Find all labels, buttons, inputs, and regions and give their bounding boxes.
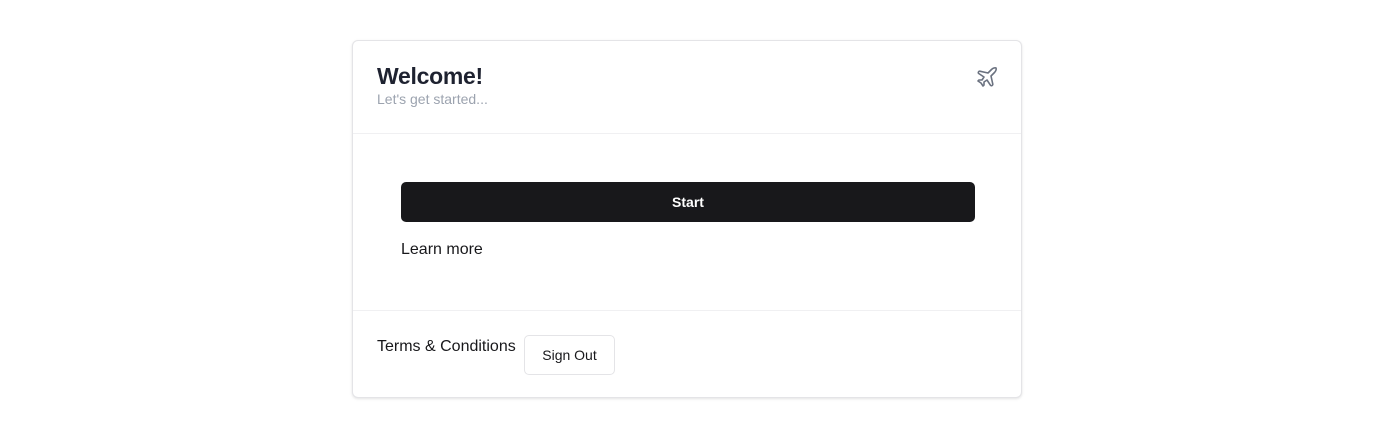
start-button[interactable]: Start xyxy=(401,182,975,222)
card-subtitle: Let's get started... xyxy=(377,91,488,107)
sign-out-button[interactable]: Sign Out xyxy=(524,335,615,375)
welcome-card: Welcome! Let's get started... Start Lear… xyxy=(352,40,1022,398)
learn-more-link[interactable]: Learn more xyxy=(401,241,483,259)
terms-and-conditions-link[interactable]: Terms & Conditions xyxy=(377,338,516,356)
plane-icon xyxy=(977,67,997,87)
card-body: Start Learn more xyxy=(353,134,1021,311)
card-title: Welcome! xyxy=(377,63,483,89)
card-header: Welcome! Let's get started... xyxy=(353,41,1021,134)
card-footer: Terms & Conditions Sign Out xyxy=(353,311,1021,397)
